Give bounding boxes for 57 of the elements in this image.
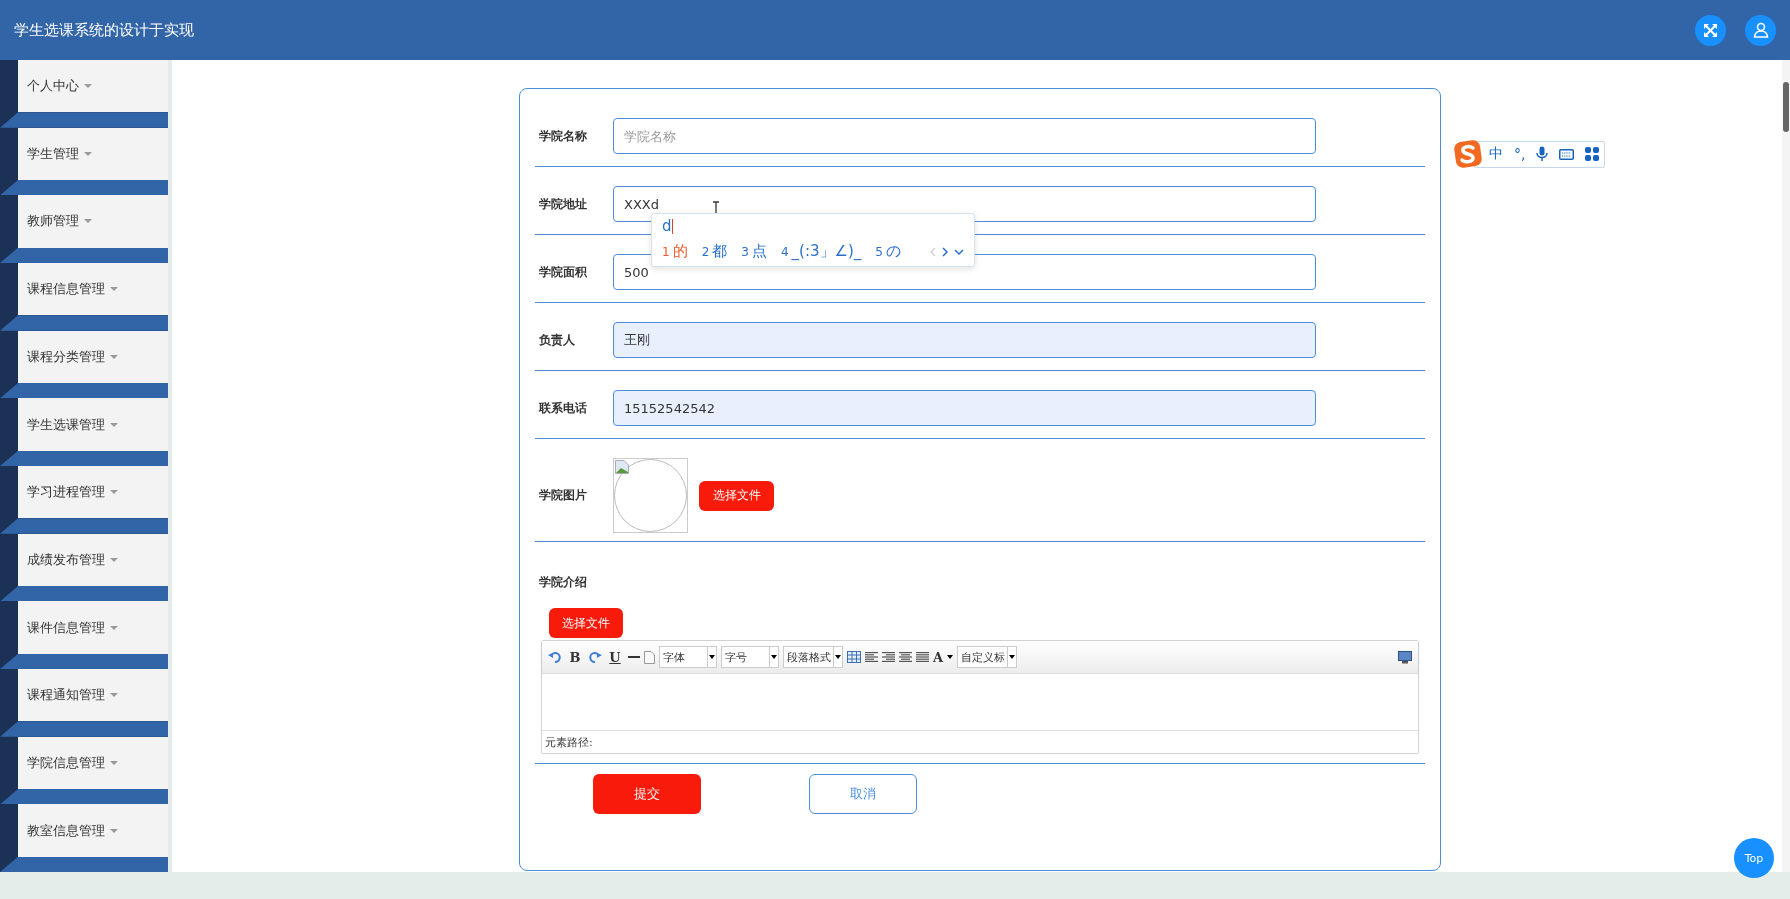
field-label: 负责人: [538, 331, 576, 349]
sidebar-item[interactable]: 课件信息管理: [18, 601, 168, 654]
choose-file-button[interactable]: 选择文件: [549, 608, 623, 638]
font-color-button[interactable]: A: [933, 647, 954, 667]
field-label: 学院图片: [538, 487, 588, 504]
input-mode-toggle[interactable]: 中: [1489, 145, 1503, 163]
sidebar-item[interactable]: 教室信息管理: [18, 804, 168, 857]
element-path: 元素路径:: [544, 734, 594, 751]
logo-icon[interactable]: [1454, 140, 1482, 168]
input-field[interactable]: 15152542542: [613, 390, 1316, 426]
choose-file-button[interactable]: 选择文件: [699, 480, 774, 511]
field-label: 学院介绍: [538, 573, 588, 591]
keyboard-icon[interactable]: [1559, 148, 1575, 160]
app-title: 学生选课系统的设计于实现: [14, 20, 195, 40]
broken-image-icon: [615, 460, 629, 474]
input-field[interactable]: 学院名称: [613, 118, 1316, 154]
field-label: 学院地址: [538, 195, 588, 213]
sidebar-item[interactable]: 教师管理: [18, 195, 168, 248]
sidebar-item[interactable]: 个人中心: [18, 60, 168, 113]
sidebar-item[interactable]: 学生选课管理: [18, 398, 168, 451]
align-left-icon[interactable]: [865, 651, 878, 663]
sidebar-item[interactable]: 课程通知管理: [18, 669, 168, 722]
user-button[interactable]: [1745, 14, 1776, 46]
user-icon: [1752, 22, 1769, 38]
align-center-icon[interactable]: [899, 651, 912, 663]
justify-icon[interactable]: [916, 651, 929, 663]
sidebar-item[interactable]: 课程信息管理: [18, 263, 168, 316]
bold-button[interactable]: B: [566, 647, 584, 667]
table-icon[interactable]: [847, 651, 861, 663]
cancel-button[interactable]: 取消: [809, 774, 917, 814]
page-icon[interactable]: [644, 650, 655, 664]
punctuation-toggle[interactable]: °,: [1514, 146, 1526, 162]
expand-icon: [1703, 22, 1718, 38]
align-right-icon[interactable]: [882, 651, 895, 663]
field-label: 学院名称: [538, 127, 588, 145]
sidebar-item[interactable]: 课程分类管理: [18, 330, 168, 383]
sidebar-item[interactable]: 学生管理: [18, 127, 168, 180]
sidebar-item[interactable]: 学习进程管理: [18, 466, 168, 519]
field-label: 联系电话: [537, 399, 588, 417]
microphone-icon[interactable]: [1536, 146, 1549, 162]
toolbar-dropdown[interactable]: 字号: [721, 646, 779, 668]
underline-button[interactable]: U: [606, 647, 624, 667]
sidebar-item[interactable]: 成绩发布管理: [18, 533, 168, 586]
input-field[interactable]: XXXd: [613, 186, 1316, 222]
toolbar-dropdown[interactable]: 字体: [659, 646, 717, 668]
toolbar-dropdown[interactable]: 段落格式: [783, 646, 843, 668]
preview-icon[interactable]: [1398, 650, 1412, 664]
field-label: 学院面积: [538, 263, 588, 281]
redo-icon[interactable]: [588, 650, 602, 664]
fullscreen-button[interactable]: [1695, 14, 1726, 46]
scrollbar[interactable]: [1782, 60, 1790, 872]
toolbar-dropdown[interactable]: 自定义标: [957, 646, 1018, 668]
sidebar-item[interactable]: 学院信息管理: [18, 736, 168, 789]
input-field[interactable]: 王刚: [613, 322, 1316, 358]
submit-button[interactable]: 提交: [593, 774, 701, 814]
apps-grid-icon[interactable]: [1585, 147, 1600, 161]
undo-icon[interactable]: [548, 650, 562, 664]
